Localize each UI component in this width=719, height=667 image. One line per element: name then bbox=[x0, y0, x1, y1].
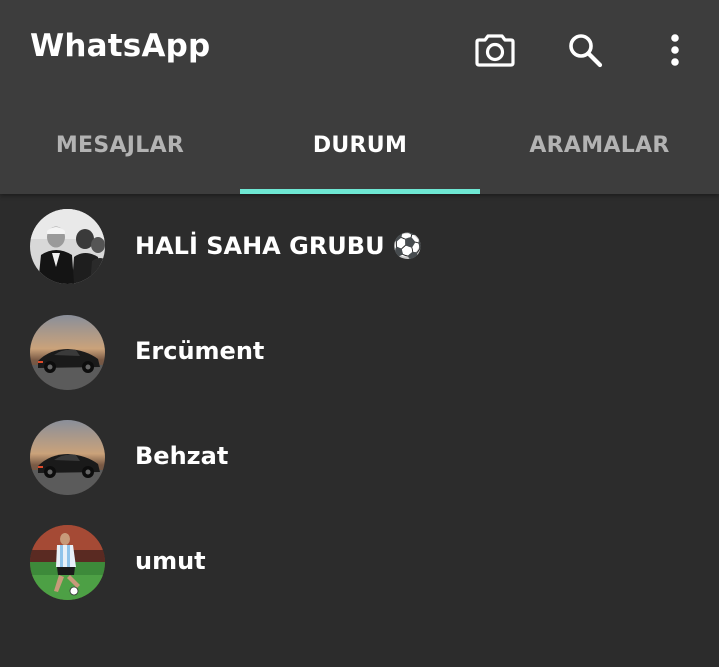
list-item[interactable]: HALİ SAHA GRUBU ⚽ bbox=[0, 194, 719, 300]
sports-car-avatar bbox=[30, 420, 105, 495]
contact-list: HALİ SAHA GRUBU ⚽ Ercüment Behzat umut bbox=[0, 194, 719, 615]
app-bar: WhatsApp MESAJLAR DURUM ARAMALAR bbox=[0, 0, 719, 194]
tab-label: MESAJLAR bbox=[55, 132, 185, 158]
contact-name: Behzat bbox=[135, 442, 229, 470]
more-vertical-icon bbox=[671, 34, 679, 66]
group-photo-avatar bbox=[30, 209, 105, 284]
tab-durum[interactable]: DURUM bbox=[240, 100, 480, 194]
tab-mesajlar[interactable]: MESAJLAR bbox=[0, 100, 240, 194]
tab-aramalar[interactable]: ARAMALAR bbox=[480, 100, 719, 194]
avatar[interactable] bbox=[30, 420, 105, 495]
football-player-avatar bbox=[30, 525, 105, 600]
contact-name: Ercüment bbox=[135, 337, 265, 365]
list-item[interactable]: Ercüment bbox=[0, 300, 719, 405]
search-icon bbox=[569, 34, 603, 68]
avatar[interactable] bbox=[30, 209, 105, 284]
contact-name: HALİ SAHA GRUBU ⚽ bbox=[135, 232, 423, 260]
sports-car-avatar bbox=[30, 315, 105, 390]
list-item[interactable]: Behzat bbox=[0, 405, 719, 510]
list-item[interactable]: umut bbox=[0, 510, 719, 615]
search-button[interactable] bbox=[563, 28, 607, 72]
avatar[interactable] bbox=[30, 315, 105, 390]
more-options-button[interactable] bbox=[653, 28, 697, 72]
tab-label: DURUM bbox=[312, 132, 408, 158]
tab-bar: MESAJLAR DURUM ARAMALAR bbox=[0, 100, 719, 194]
app-title: WhatsApp bbox=[30, 28, 211, 64]
camera-button[interactable] bbox=[473, 28, 517, 72]
tab-label: ARAMALAR bbox=[529, 132, 670, 158]
contact-name: umut bbox=[135, 547, 206, 575]
camera-icon bbox=[475, 34, 515, 67]
avatar[interactable] bbox=[30, 525, 105, 600]
